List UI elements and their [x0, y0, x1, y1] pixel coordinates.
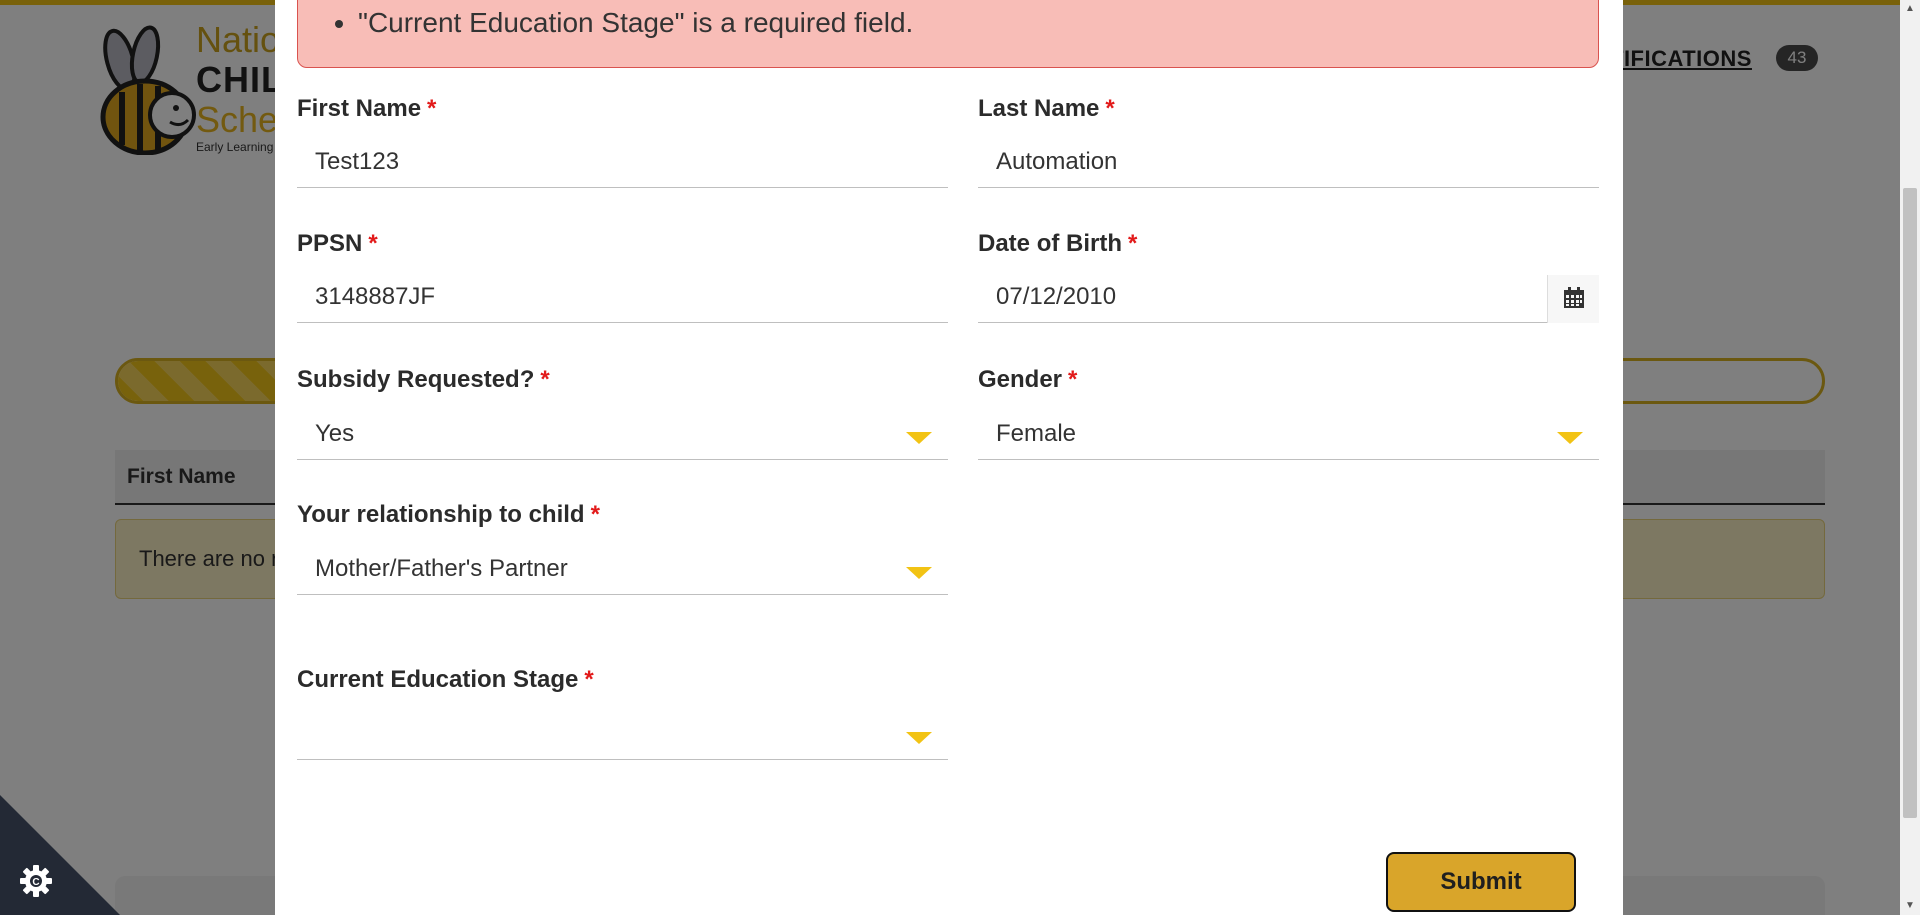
subsidy-value: Yes: [315, 420, 355, 447]
gender-value: Female: [996, 420, 1077, 447]
dob-label: Date of Birth *: [978, 230, 1137, 258]
dob-input[interactable]: 07/12/2010: [978, 275, 1599, 323]
ppsn-value: 3148887JF: [315, 283, 436, 310]
chevron-down-icon: [906, 432, 932, 444]
required-marker: *: [1105, 95, 1115, 122]
scrollbar-thumb[interactable]: [1903, 188, 1917, 818]
chevron-down-icon: [906, 567, 932, 579]
subsidy-select[interactable]: Yes: [297, 412, 948, 460]
chevron-down-icon: [1557, 432, 1583, 444]
calendar-icon[interactable]: [1547, 275, 1599, 323]
required-marker: *: [540, 366, 550, 393]
subsidy-label: Subsidy Requested? *: [297, 366, 550, 394]
scroll-down-arrow-icon[interactable]: ▼: [1900, 897, 1920, 915]
error-list: "Current Education Stage" is a required …: [358, 7, 913, 39]
last-name-label-text: Last Name: [978, 95, 1100, 122]
relationship-label: Your relationship to child *: [297, 501, 600, 529]
education-stage-label: Current Education Stage *: [297, 666, 594, 694]
education-stage-select[interactable]: [297, 712, 948, 760]
relationship-label-text: Your relationship to child: [297, 501, 585, 528]
gender-select[interactable]: Female: [978, 412, 1599, 460]
required-marker: *: [1128, 230, 1138, 257]
ppsn-label-text: PPSN: [297, 230, 363, 257]
add-child-modal: "Current Education Stage" is a required …: [275, 0, 1623, 915]
dob-value: 07/12/2010: [996, 283, 1117, 310]
chevron-down-icon: [906, 732, 932, 744]
required-marker: *: [1068, 366, 1078, 393]
first-name-value: Test123: [315, 148, 400, 175]
ppsn-label: PPSN *: [297, 230, 378, 258]
first-name-input[interactable]: Test123: [297, 140, 948, 188]
error-message: "Current Education Stage" is a required …: [358, 7, 913, 39]
scroll-up-arrow-icon[interactable]: ▲: [1900, 0, 1920, 18]
gender-label: Gender *: [978, 366, 1077, 394]
subsidy-label-text: Subsidy Requested?: [297, 366, 535, 393]
validation-error-box: "Current Education Stage" is a required …: [297, 0, 1599, 68]
required-marker: *: [427, 95, 437, 122]
gender-label-text: Gender: [978, 366, 1063, 393]
relationship-value: Mother/Father's Partner: [315, 555, 568, 582]
last-name-value: Automation: [996, 148, 1118, 175]
submit-button[interactable]: Submit: [1386, 852, 1576, 912]
last-name-input[interactable]: Automation: [978, 140, 1599, 188]
svg-text:C: C: [32, 877, 39, 888]
relationship-select[interactable]: Mother/Father's Partner: [297, 547, 948, 595]
dob-label-text: Date of Birth: [978, 230, 1122, 257]
first-name-label-text: First Name: [297, 95, 422, 122]
required-marker: *: [590, 501, 600, 528]
ppsn-input[interactable]: 3148887JF: [297, 275, 948, 323]
cookie-gear-icon[interactable]: C: [19, 864, 53, 898]
last-name-label: Last Name *: [978, 95, 1115, 123]
required-marker: *: [584, 666, 594, 693]
first-name-label: First Name *: [297, 95, 436, 123]
required-marker: *: [368, 230, 378, 257]
education-stage-label-text: Current Education Stage: [297, 666, 579, 693]
